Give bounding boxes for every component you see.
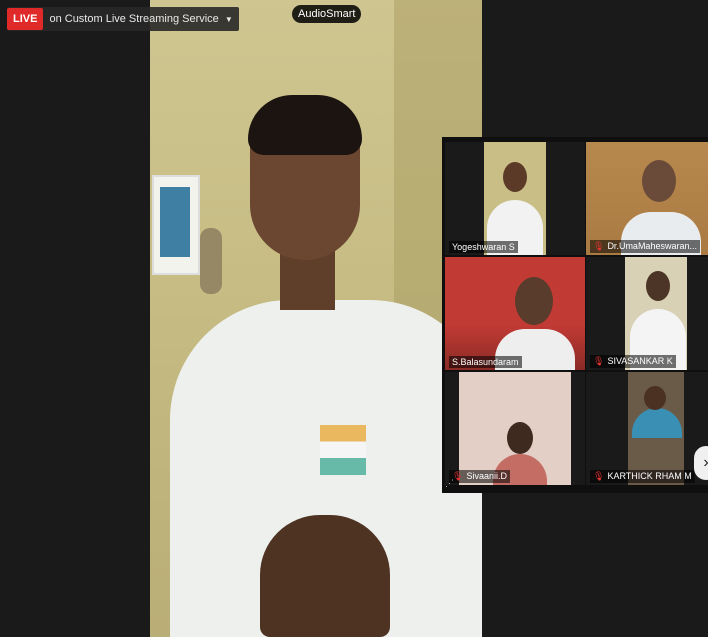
participant-name: 🎙 Dr.UmaMaheswaran... bbox=[590, 240, 700, 253]
participant-tile[interactable]: S.Balasundaram bbox=[445, 257, 585, 370]
chevron-down-icon[interactable]: ▼ bbox=[225, 15, 233, 24]
participant-name: Yogeshwaran S bbox=[449, 241, 518, 253]
participant-name: S.Balasundaram bbox=[449, 356, 522, 368]
participant-name: 🎙 SIVASANKAR K bbox=[590, 355, 676, 368]
gallery-view: Yogeshwaran S 🎙 Dr.UmaMaheswaran... S.Bal… bbox=[442, 137, 708, 493]
gallery-resize-handle-icon[interactable]: ⋰ bbox=[445, 478, 454, 489]
participant-name: 🎙 Sivaanii.D bbox=[449, 470, 510, 483]
next-page-icon[interactable]: › bbox=[694, 446, 708, 480]
speaker-hand bbox=[260, 515, 390, 637]
flag-badge bbox=[320, 425, 366, 475]
participant-tile[interactable]: 🎙 Dr.UmaMaheswaran... bbox=[586, 142, 708, 255]
wall-figure bbox=[200, 228, 222, 294]
mic-off-icon: 🎙 bbox=[593, 241, 605, 251]
live-stream-indicator[interactable]: LIVE on Custom Live Streaming Service ▼ bbox=[7, 7, 239, 31]
main-speaker-video bbox=[150, 0, 482, 637]
live-badge: LIVE bbox=[7, 8, 44, 30]
speaker-hair bbox=[248, 95, 362, 155]
live-stream-label: on Custom Live Streaming Service bbox=[49, 13, 219, 25]
participant-tile[interactable]: Yogeshwaran S bbox=[445, 142, 585, 255]
mic-off-icon: 🎙 bbox=[593, 471, 605, 481]
participant-name: 🎙 KARTHICK RHAM M bbox=[590, 470, 695, 483]
participant-tile[interactable]: 🎙 Sivaanii.D bbox=[445, 372, 585, 485]
participant-tile[interactable]: 🎙 KARTHICK RHAM M bbox=[586, 372, 708, 485]
wall-picture-frame bbox=[152, 175, 200, 275]
participant-tile[interactable]: 🎙 SIVASANKAR K bbox=[586, 257, 708, 370]
mic-off-icon: 🎙 bbox=[593, 356, 605, 366]
active-speaker-label: AudioSmart bbox=[292, 5, 362, 23]
